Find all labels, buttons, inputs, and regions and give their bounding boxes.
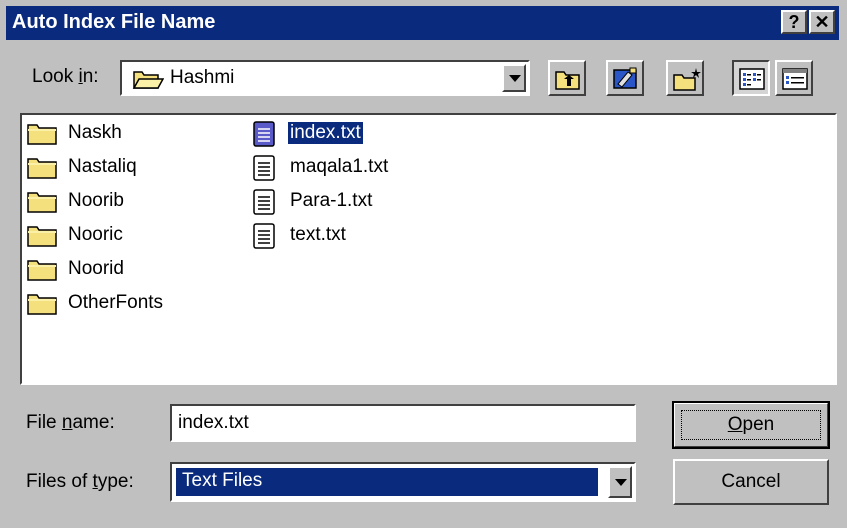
chevron-down-icon [509,75,521,82]
file-list[interactable]: Naskh Nastaliq Noorib Nooric Noorid Othe… [20,113,837,385]
list-item-label: Noorib [68,190,124,211]
text-file-icon [253,121,275,147]
cancel-button-label: Cancel [721,471,781,492]
text-file-icon [253,155,275,181]
file-type-dropdown[interactable]: Text Files [170,462,636,502]
file-type-dropdown-button[interactable] [608,466,632,498]
list-item-label: Nastaliq [68,156,137,177]
folder-icon [27,124,57,145]
look-in-dropdown-button[interactable] [502,64,526,92]
new-folder-button[interactable] [666,60,704,96]
look-in-label: Look in: [32,66,99,87]
look-in-dropdown[interactable]: Hashmi [120,60,530,96]
list-view-icon [739,68,765,90]
details-view-button[interactable] [775,60,813,96]
list-item-label: maqala1.txt [290,156,389,177]
list-item-label: Para-1.txt [290,190,373,211]
desktop-icon [613,67,637,89]
open-button[interactable]: Open [672,401,830,449]
title-bar: Auto Index File Name ? ✕ [6,6,839,40]
folder-icon [27,158,57,179]
file-type-value: Text Files [175,467,599,497]
list-view-button[interactable] [732,60,770,96]
list-item-label: Noorid [68,258,124,279]
new-folder-icon [673,68,701,91]
open-folder-icon [132,67,165,97]
folder-icon [27,294,57,315]
cancel-button[interactable]: Cancel [673,459,829,505]
file-type-label: Files of type: [26,471,134,492]
up-folder-icon [555,71,580,90]
close-button[interactable]: ✕ [809,10,835,34]
text-file-icon [253,223,275,249]
file-name-label: File name: [26,412,115,433]
list-item-label: Naskh [68,122,122,143]
list-item-label: text.txt [290,224,346,245]
file-name-input[interactable] [170,404,636,442]
list-item-label: Nooric [68,224,123,245]
help-button[interactable]: ? [781,10,807,34]
details-view-icon [782,68,808,90]
text-file-icon [253,189,275,215]
folder-icon [27,260,57,281]
list-item-label: OtherFonts [68,292,164,313]
focus-rect [681,410,821,440]
list-item-label: index.txt [287,121,364,145]
folder-icon [27,192,57,213]
look-in-value: Hashmi [170,67,235,88]
folder-icon [27,226,57,247]
window-title: Auto Index File Name [12,11,216,33]
desktop-button[interactable] [606,60,644,96]
up-one-level-button[interactable] [548,60,586,96]
chevron-down-icon [615,479,627,486]
